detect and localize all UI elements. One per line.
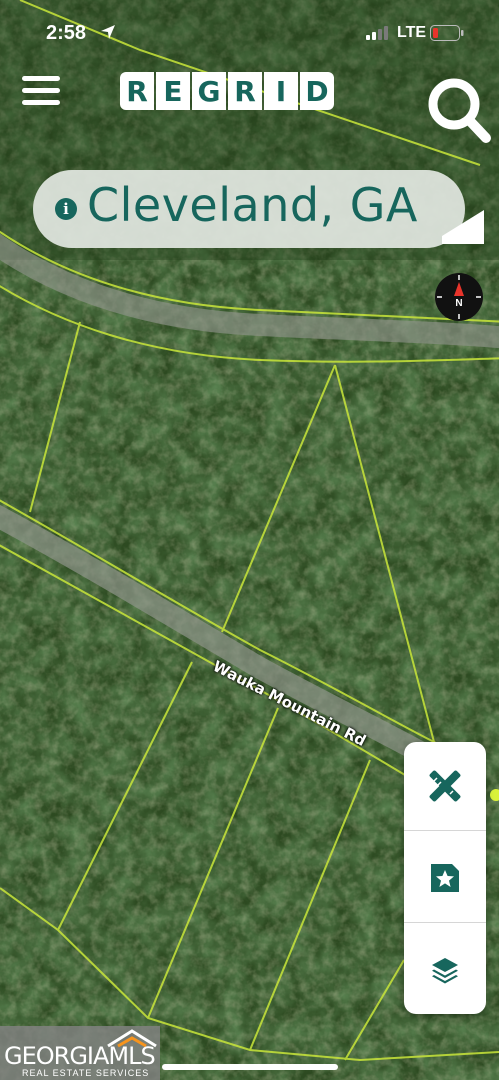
logo-letter: E: [156, 72, 190, 110]
tab-corner-icon: [442, 210, 484, 244]
mls-name: GEORGIAMLS: [4, 1042, 156, 1070]
georgia-mls-watermark: GEORGIAMLS REAL ESTATE SERVICES: [0, 1026, 160, 1080]
bookmark-star-icon: [431, 864, 459, 892]
logo-letter: G: [192, 72, 226, 110]
location-name: Cleveland, GA: [87, 178, 418, 232]
home-indicator[interactable]: [162, 1064, 338, 1070]
status-bar: 2:58 LTE: [0, 18, 499, 50]
status-time: 2:58: [46, 22, 87, 44]
layers-tool-button[interactable]: [404, 926, 486, 1014]
logo-letter: I: [264, 72, 298, 110]
info-icon[interactable]: i: [55, 198, 77, 220]
ruler-pencil-icon: [429, 770, 461, 802]
mls-subtitle: REAL ESTATE SERVICES: [22, 1068, 150, 1078]
layers-icon: [432, 958, 458, 984]
menu-icon[interactable]: [22, 76, 60, 108]
search-icon[interactable]: [424, 74, 492, 146]
location-arrow-icon: [101, 25, 115, 39]
saved-tool-button[interactable]: [404, 834, 486, 923]
location-pill[interactable]: i Cleveland, GA: [33, 170, 465, 248]
logo-letter: D: [300, 72, 334, 110]
signal-icon: [366, 26, 388, 40]
compass-label: N: [455, 298, 462, 309]
compass-icon[interactable]: N: [434, 272, 484, 322]
network-type: LTE: [397, 24, 427, 41]
map-tools-panel: [404, 742, 486, 1014]
regrid-logo: R E G R I D: [120, 72, 334, 110]
logo-letter: R: [228, 72, 262, 110]
logo-letter: R: [120, 72, 154, 110]
draw-tool-button[interactable]: [404, 742, 486, 831]
battery-icon: [430, 25, 464, 41]
